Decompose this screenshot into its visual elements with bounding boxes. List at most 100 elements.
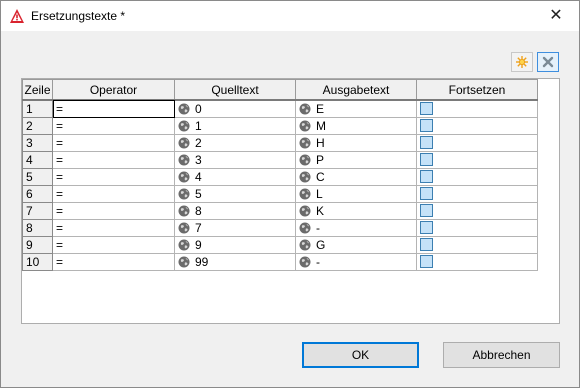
quelltext-cell[interactable]: 99: [174, 253, 296, 271]
fortsetzen-checkbox[interactable]: [420, 153, 433, 166]
row-number-text: 5: [26, 170, 33, 184]
table-row[interactable]: 8 = 7 -: [22, 219, 538, 237]
ausgabetext-cell[interactable]: K: [295, 202, 417, 220]
row-number[interactable]: 10: [22, 253, 53, 271]
row-number[interactable]: 5: [22, 168, 53, 186]
operator-text: =: [56, 170, 64, 184]
table-row[interactable]: 6 = 5 L: [22, 185, 538, 203]
table-row[interactable]: 7 = 8 K: [22, 202, 538, 220]
table-row[interactable]: 9 = 9 G: [22, 236, 538, 254]
fortsetzen-checkbox[interactable]: [420, 136, 433, 149]
operator-cell[interactable]: =: [52, 185, 175, 203]
ausgabetext-cell[interactable]: G: [295, 236, 417, 254]
quelltext-cell[interactable]: 3: [174, 151, 296, 169]
quelltext-text: 3: [195, 153, 202, 167]
ausgabetext-text: P: [316, 153, 325, 167]
ausgabetext-cell[interactable]: E: [295, 99, 417, 118]
table-header-row: Zeile Operator Quelltext Ausgabetext For…: [22, 79, 538, 101]
quelltext-cell[interactable]: 5: [174, 185, 296, 203]
operator-cell[interactable]: =: [52, 168, 175, 186]
fortsetzen-checkbox[interactable]: [420, 204, 433, 217]
row-number[interactable]: 2: [22, 117, 53, 135]
fortsetzen-checkbox[interactable]: [420, 187, 433, 200]
fortsetzen-checkbox[interactable]: [420, 170, 433, 183]
ausgabetext-cell[interactable]: M: [295, 117, 417, 135]
row-number-text: 3: [26, 136, 33, 150]
row-number[interactable]: 6: [22, 185, 53, 203]
row-number[interactable]: 4: [22, 151, 53, 169]
operator-cell[interactable]: =: [52, 151, 175, 169]
title-bar[interactable]: Ersetzungstexte * ✕: [1, 1, 579, 31]
column-header-zeile[interactable]: Zeile: [22, 79, 53, 101]
ausgabetext-text: M: [316, 119, 326, 133]
ok-button[interactable]: OK: [302, 342, 419, 368]
table-row[interactable]: 5 = 4 C: [22, 168, 538, 186]
column-header-ausgabetext[interactable]: Ausgabetext: [295, 79, 417, 101]
ausgabetext-text: K: [316, 204, 325, 218]
row-number-text: 2: [26, 119, 33, 133]
operator-text: =: [56, 187, 64, 201]
row-number[interactable]: 7: [22, 202, 53, 220]
operator-cell[interactable]: =: [52, 99, 175, 118]
quelltext-text: 0: [195, 102, 202, 116]
column-header-quelltext[interactable]: Quelltext: [174, 79, 296, 101]
globe-icon: [178, 136, 195, 150]
operator-cell[interactable]: =: [52, 253, 175, 271]
fortsetzen-cell: [416, 168, 538, 186]
row-number-text: 1: [26, 102, 33, 116]
delete-entry-button[interactable]: [537, 52, 559, 72]
fortsetzen-checkbox[interactable]: [420, 255, 433, 268]
operator-cell[interactable]: =: [52, 202, 175, 220]
globe-icon: [299, 102, 316, 116]
row-number[interactable]: 9: [22, 236, 53, 254]
row-number-text: 10: [26, 255, 40, 269]
ausgabetext-cell[interactable]: H: [295, 134, 417, 152]
operator-text: =: [56, 238, 64, 252]
fortsetzen-checkbox[interactable]: [420, 102, 433, 115]
row-number-text: 7: [26, 204, 33, 218]
quelltext-text: 4: [195, 170, 202, 184]
fortsetzen-cell: [416, 236, 538, 254]
quelltext-cell[interactable]: 9: [174, 236, 296, 254]
globe-icon: [299, 255, 316, 269]
cancel-button[interactable]: Abbrechen: [443, 342, 560, 368]
operator-cell[interactable]: =: [52, 117, 175, 135]
column-header-operator[interactable]: Operator: [52, 79, 175, 101]
ausgabetext-text: L: [316, 187, 323, 201]
quelltext-cell[interactable]: 7: [174, 219, 296, 237]
ausgabetext-cell[interactable]: L: [295, 185, 417, 203]
quelltext-cell[interactable]: 2: [174, 134, 296, 152]
table-row[interactable]: 1 = 0 E: [22, 99, 538, 118]
globe-icon: [299, 119, 316, 133]
row-number[interactable]: 3: [22, 134, 53, 152]
table-row[interactable]: 10 = 99 -: [22, 253, 538, 271]
row-number[interactable]: 1: [22, 99, 53, 118]
table-row[interactable]: 2 = 1 M: [22, 117, 538, 135]
quelltext-text: 7: [195, 221, 202, 235]
ausgabetext-cell[interactable]: C: [295, 168, 417, 186]
globe-icon: [299, 153, 316, 167]
operator-text: =: [56, 136, 64, 150]
column-header-fortsetzen[interactable]: Fortsetzen: [416, 79, 538, 101]
quelltext-text: 99: [195, 255, 209, 269]
table-row[interactable]: 4 = 3 P: [22, 151, 538, 169]
operator-cell[interactable]: =: [52, 134, 175, 152]
globe-icon: [178, 255, 195, 269]
fortsetzen-checkbox[interactable]: [420, 221, 433, 234]
quelltext-cell[interactable]: 4: [174, 168, 296, 186]
globe-icon: [299, 238, 316, 252]
ausgabetext-cell[interactable]: -: [295, 253, 417, 271]
quelltext-cell[interactable]: 0: [174, 99, 296, 118]
operator-cell[interactable]: =: [52, 236, 175, 254]
close-icon[interactable]: ✕: [533, 1, 579, 31]
operator-cell[interactable]: =: [52, 219, 175, 237]
new-entry-button[interactable]: [511, 52, 533, 72]
quelltext-cell[interactable]: 8: [174, 202, 296, 220]
ausgabetext-cell[interactable]: -: [295, 219, 417, 237]
fortsetzen-checkbox[interactable]: [420, 238, 433, 251]
quelltext-cell[interactable]: 1: [174, 117, 296, 135]
ausgabetext-cell[interactable]: P: [295, 151, 417, 169]
fortsetzen-checkbox[interactable]: [420, 119, 433, 132]
table-row[interactable]: 3 = 2 H: [22, 134, 538, 152]
row-number[interactable]: 8: [22, 219, 53, 237]
